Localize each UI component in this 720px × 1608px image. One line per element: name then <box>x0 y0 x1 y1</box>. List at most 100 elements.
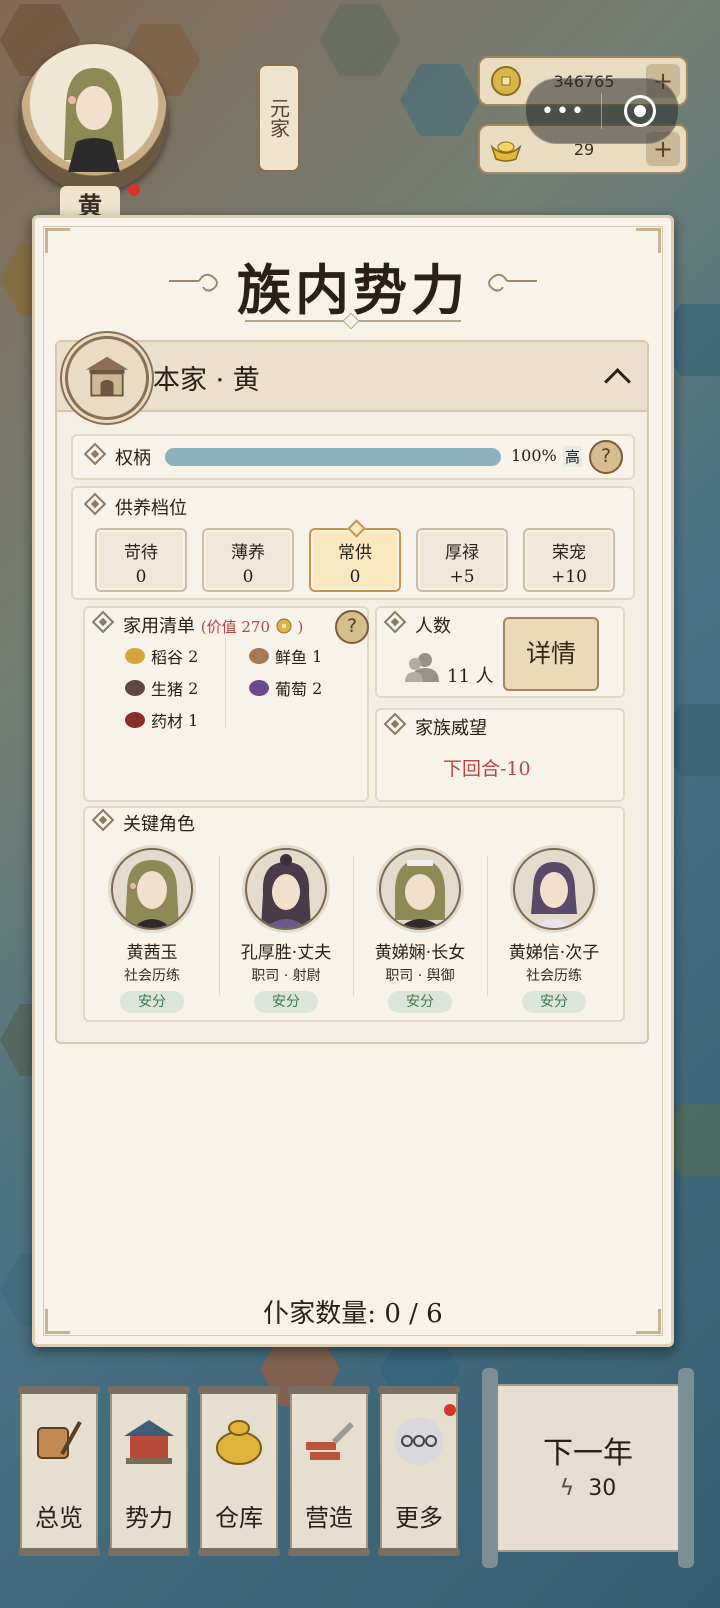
diamond-bullet-icon <box>383 610 407 634</box>
mini-program-capsule: ••• <box>525 78 679 144</box>
nav-overview[interactable]: 总览 <box>18 1386 100 1556</box>
player-portrait[interactable] <box>20 44 168 192</box>
trowel-icon <box>306 1422 354 1460</box>
support-label: 供养档位 <box>83 492 187 520</box>
support-tier-box: 供养档位 苛待 0 薄养 0 常供 0 厚禄 +5 荣宠 +10 <box>71 486 635 600</box>
tier-button[interactable]: 薄养 0 <box>202 528 294 592</box>
section-header[interactable]: 本家 · 黄 <box>57 336 647 420</box>
character-card[interactable]: 黄茜玉 社会历练 安分 <box>85 848 219 1013</box>
money-bag-icon <box>216 1420 262 1465</box>
character-portrait <box>531 862 577 928</box>
energy-cost: ϟ 30 <box>559 1476 617 1501</box>
nav-label: 势力 <box>125 1504 173 1532</box>
power-level-badge: 高 <box>563 446 583 467</box>
coin-icon <box>276 618 292 634</box>
family-emblem <box>65 336 149 420</box>
diamond-bullet-icon <box>91 808 115 832</box>
power-help-button[interactable]: ? <box>589 440 623 474</box>
chevron-up-icon[interactable] <box>604 368 631 395</box>
character-card[interactable]: 黄娣娴·长女 职司 · 舆御 安分 <box>353 848 487 1013</box>
character-name: 黄娣信·次子 <box>508 943 600 963</box>
pig-icon <box>125 680 145 696</box>
character-name: 黄娣娴·长女 <box>374 943 466 963</box>
list-item: 生猪 2 <box>125 676 198 700</box>
close-target-button[interactable] <box>602 95 677 127</box>
coin-icon <box>491 66 521 96</box>
household-label: 家用清单 (价值 270 ) <box>91 610 303 638</box>
fish-icon <box>249 648 269 664</box>
diamond-bullet-icon <box>383 712 407 736</box>
status-badge: 安分 <box>120 991 184 1013</box>
prestige-box: 家族威望 下回合-10 <box>375 708 625 802</box>
power-progress-bar <box>165 448 501 466</box>
panel-title: 族内势力 <box>237 258 469 322</box>
diamond-bullet-icon <box>83 442 107 466</box>
character-portrait <box>125 860 179 928</box>
character-portrait <box>261 854 311 928</box>
notification-dot <box>444 1404 456 1416</box>
list-item: 葡萄 2 <box>249 676 322 700</box>
list-item: 稻谷 2 <box>125 644 198 668</box>
next-year-label: 下一年 <box>543 1436 633 1471</box>
tier-button[interactable]: 苛待 0 <box>95 528 187 592</box>
tier-button-selected[interactable]: 常供 0 <box>309 528 401 592</box>
player-surname: 黄 <box>60 186 120 220</box>
title-divider <box>245 320 461 322</box>
diamond-bullet-icon <box>83 492 107 516</box>
avatar <box>245 848 327 930</box>
tier-button[interactable]: 厚禄 +5 <box>416 528 508 592</box>
household-value: (价值 270 <box>200 618 270 636</box>
lightning-icon: ϟ <box>559 1476 575 1501</box>
character-role: 职司 · 舆御 <box>385 968 455 984</box>
more-menu-button[interactable]: ••• <box>526 99 601 124</box>
prestige-next-turn: 下回合-10 <box>443 758 531 780</box>
character-name: 孔厚胜·丈夫 <box>240 943 332 963</box>
character-portrait <box>395 860 445 928</box>
grape-icon <box>249 680 269 696</box>
cloud-ornament-icon <box>488 273 537 292</box>
next-year-button[interactable]: 下一年 ϟ 30 <box>476 1368 700 1568</box>
main-family-section: 本家 · 黄 权柄 100% 高 ? 供养档位 苛待 0 薄养 0 常供 0 厚禄 +5… <box>55 336 649 1044</box>
avatar-illustration <box>64 68 124 172</box>
power-percent: 100% <box>511 446 557 465</box>
brush-icon <box>37 1421 82 1459</box>
avatar <box>111 848 193 930</box>
clan-tab[interactable]: 元家 <box>258 64 300 172</box>
detail-button[interactable]: 详情 <box>503 617 599 691</box>
gold-ingot-icon <box>490 141 522 162</box>
list-divider <box>225 638 226 728</box>
servant-count: 仆家数量: 0 / 6 <box>263 1299 443 1329</box>
diamond-bullet-icon <box>91 610 115 634</box>
household-help-button[interactable]: ? <box>335 610 369 644</box>
people-icon <box>405 653 439 682</box>
population-count: 11 人 <box>447 666 494 687</box>
nav-warehouse[interactable]: 仓库 <box>198 1386 280 1556</box>
avatar <box>513 848 595 930</box>
tier-button[interactable]: 荣宠 +10 <box>523 528 615 592</box>
more-icon <box>395 1417 443 1465</box>
list-item: 药材 1 <box>125 708 198 732</box>
list-item: 鲜鱼 1 <box>249 644 322 668</box>
status-badge: 安分 <box>388 991 452 1013</box>
nav-label: 营造 <box>305 1504 353 1532</box>
character-role: 社会历练 <box>124 968 180 984</box>
nav-label: 更多 <box>395 1504 443 1532</box>
key-roles-box: 关键角色 黄茜玉 社会历练 安分 孔厚胜·丈夫 职司 · 射尉 安分 黄娣娴·长… <box>83 806 625 1022</box>
nav-build[interactable]: 营造 <box>288 1386 370 1556</box>
target-icon <box>623 95 656 127</box>
rice-icon <box>125 648 145 664</box>
character-card[interactable]: 黄娣信·次子 社会历练 安分 <box>487 848 621 1013</box>
nav-label: 总览 <box>35 1504 83 1532</box>
palace-icon <box>124 1420 174 1464</box>
population-label: 人数 <box>383 610 451 638</box>
herb-icon <box>125 712 145 728</box>
character-card[interactable]: 孔厚胜·丈夫 职司 · 射尉 安分 <box>219 848 353 1013</box>
character-role: 社会历练 <box>526 968 582 984</box>
status-badge: 安分 <box>254 991 318 1013</box>
status-badge: 安分 <box>522 991 586 1013</box>
clan-power-panel: 族内势力 本家 · 黄 权柄 100% 高 ? 供养档位 苛待 0 薄养 0 常… <box>32 215 674 1347</box>
character-name: 黄茜玉 <box>126 943 178 963</box>
gate-icon <box>85 356 129 397</box>
nav-power[interactable]: 势力 <box>108 1386 190 1556</box>
nav-label: 仓库 <box>215 1504 263 1532</box>
